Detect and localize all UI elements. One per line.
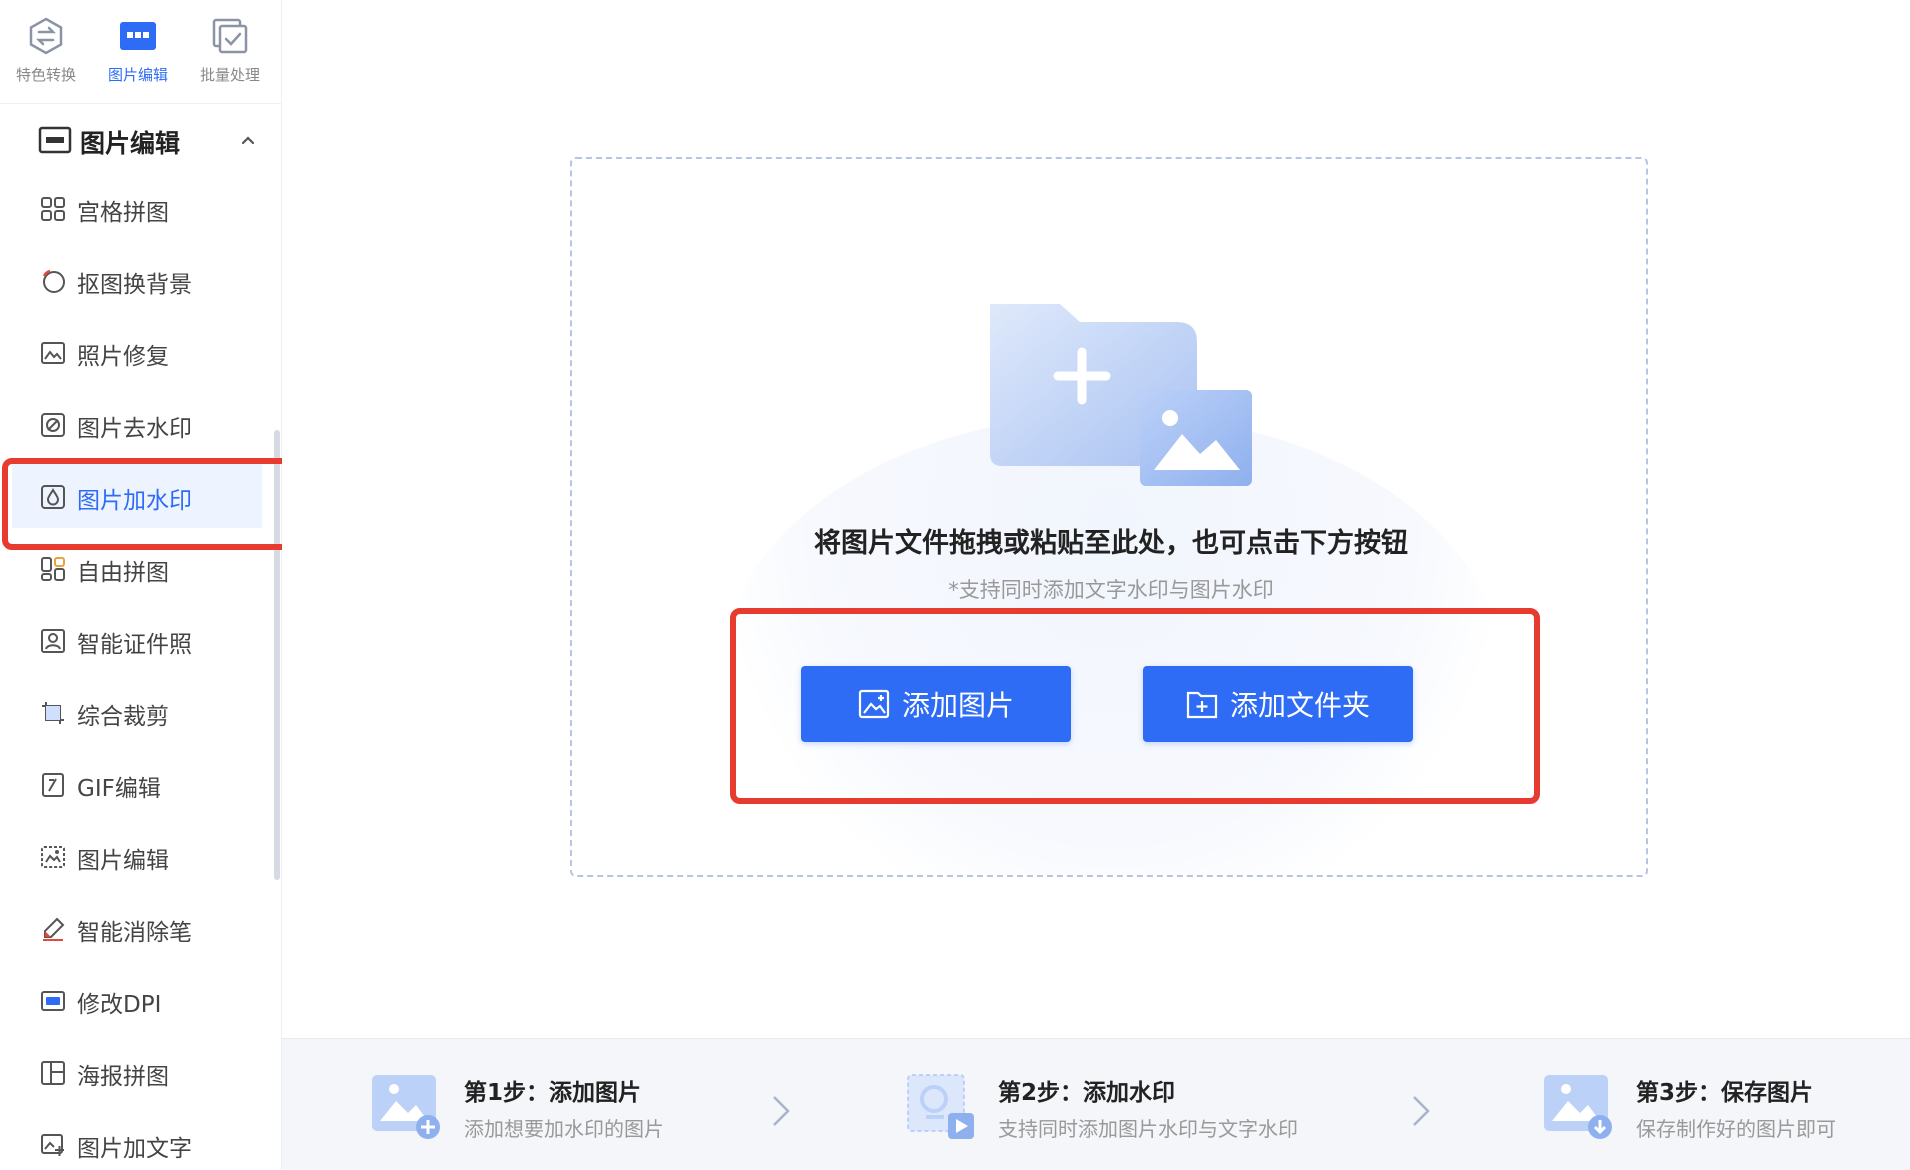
menu-item-label: 图片编辑 [77, 848, 169, 874]
section-title: 图片编辑 [80, 129, 181, 158]
batch-icon [208, 14, 252, 58]
menu-item-label: 照片修复 [77, 344, 169, 370]
image-edit-icon [38, 126, 72, 154]
dpi-icon [40, 988, 66, 1014]
menu-item-label: 宫格拼图 [77, 200, 169, 226]
eraser-pen-icon [40, 916, 66, 942]
step-2: 第2步：添加水印 支持同时添加图片水印与文字水印 [904, 1069, 1354, 1149]
convert-icon [24, 14, 68, 58]
menu-item-label: 综合裁剪 [77, 704, 169, 730]
cutout-icon [40, 268, 66, 294]
menu-item-crop[interactable]: 综合裁剪 [12, 680, 262, 744]
tab-batch-process[interactable]: 批量处理 [184, 14, 276, 94]
sidebar: 特色转换 图片编辑 批量处理 图片编辑 宫格拼图 抠图换背景 照片修复 图片去水… [0, 0, 282, 1170]
image-edit-icon [116, 14, 160, 58]
section-header-image-edit[interactable]: 图片编辑 [0, 110, 282, 170]
menu-item-label: 抠图换背景 [77, 272, 192, 298]
menu-item-label: 海报拼图 [77, 1064, 169, 1090]
menu-item-picture-edit[interactable]: 图片编辑 [12, 824, 262, 888]
chevron-up-icon[interactable] [240, 132, 256, 148]
save-image-step-icon [1542, 1069, 1614, 1141]
menu-item-label: GIF编辑 [77, 776, 161, 802]
step-desc: 支持同时添加图片水印与文字水印 [998, 1117, 1298, 1141]
menu-item-poster-collage[interactable]: 海报拼图 [12, 1040, 262, 1104]
menu-item-id-photo[interactable]: 智能证件照 [12, 608, 262, 672]
chevron-right-icon [1410, 1093, 1432, 1129]
menu-item-label: 智能消除笔 [77, 920, 192, 946]
menu-item-label: 自由拼图 [77, 560, 169, 586]
id-photo-icon [40, 628, 66, 654]
tab-special-convert[interactable]: 特色转换 [0, 14, 92, 94]
add-watermark-icon [40, 484, 66, 510]
step-title: 第1步：添加图片 [464, 1080, 642, 1106]
step-1: 第1步：添加图片 添加想要加水印的图片 [370, 1069, 770, 1149]
menu-item-label: 图片加水印 [77, 488, 192, 514]
app-window: 特色转换 图片编辑 批量处理 图片编辑 宫格拼图 抠图换背景 照片修复 图片去水… [0, 0, 1910, 1170]
tab-label: 特色转换 [15, 66, 76, 84]
menu-item-add-watermark[interactable]: 图片加水印 [12, 464, 262, 528]
top-tabs: 特色转换 图片编辑 批量处理 [0, 0, 282, 104]
menu-item-remove-watermark[interactable]: 图片去水印 [12, 392, 262, 456]
drop-zone-subtitle: *支持同时添加文字水印与图片水印 [948, 578, 1274, 602]
photo-repair-icon [40, 340, 66, 366]
menu-item-add-text[interactable]: 图片加文字 [12, 1112, 262, 1170]
add-image-button[interactable]: 添加图片 [801, 666, 1071, 742]
menu-item-grid-collage[interactable]: 宫格拼图 [12, 176, 262, 240]
add-image-step-icon [370, 1069, 442, 1141]
add-text-icon [40, 1132, 66, 1158]
poster-icon [40, 1060, 66, 1086]
image-icon [858, 689, 890, 719]
free-collage-icon [40, 556, 66, 582]
menu-item-eraser-pen[interactable]: 智能消除笔 [12, 896, 262, 960]
picture-edit-icon [40, 844, 66, 870]
menu-item-photo-repair[interactable]: 照片修复 [12, 320, 262, 384]
crop-icon [40, 700, 66, 726]
menu-item-gif-edit[interactable]: GIF编辑 [12, 752, 262, 816]
folder-add-image-illustration [972, 294, 1262, 494]
remove-watermark-icon [40, 412, 66, 438]
step-title: 第2步：添加水印 [998, 1080, 1176, 1106]
menu-item-label: 修改DPI [77, 992, 162, 1018]
add-folder-button[interactable]: 添加文件夹 [1143, 666, 1413, 742]
main-content: 将图片文件拖拽或粘贴至此处，也可点击下方按钮 *支持同时添加文字水印与图片水印 … [282, 0, 1910, 1038]
menu-item-cutout-background[interactable]: 抠图换背景 [12, 248, 262, 312]
tab-label: 图片编辑 [107, 66, 168, 84]
steps-bar: 第1步：添加图片 添加想要加水印的图片 第2步：添加水印 支持同时添加图片水印与… [282, 1038, 1910, 1170]
add-image-label: 添加图片 [901, 689, 1014, 722]
step-title: 第3步：保存图片 [1636, 1080, 1814, 1106]
sidebar-scrollbar[interactable] [274, 430, 280, 880]
add-folder-label: 添加文件夹 [1229, 689, 1370, 722]
folder-plus-icon [1186, 689, 1218, 719]
menu-item-label: 图片加文字 [77, 1136, 192, 1162]
tab-label: 批量处理 [199, 66, 260, 84]
menu-item-dpi[interactable]: 修改DPI [12, 968, 262, 1032]
tab-image-edit[interactable]: 图片编辑 [92, 14, 184, 94]
menu-item-free-collage[interactable]: 自由拼图 [12, 536, 262, 600]
drop-zone-title: 将图片文件拖拽或粘贴至此处，也可点击下方按钮 [814, 528, 1408, 559]
menu-item-label: 智能证件照 [77, 632, 192, 658]
menu-item-label: 图片去水印 [77, 416, 192, 442]
chevron-right-icon [770, 1093, 792, 1129]
step-desc: 保存制作好的图片即可 [1636, 1117, 1836, 1141]
step-3: 第3步：保存图片 保存制作好的图片即可 [1542, 1069, 1902, 1149]
add-watermark-step-icon [904, 1069, 976, 1141]
grid-icon [40, 196, 66, 222]
gif-icon [40, 772, 66, 798]
step-desc: 添加想要加水印的图片 [464, 1117, 664, 1141]
drop-zone[interactable]: 将图片文件拖拽或粘贴至此处，也可点击下方按钮 *支持同时添加文字水印与图片水印 … [570, 157, 1648, 877]
